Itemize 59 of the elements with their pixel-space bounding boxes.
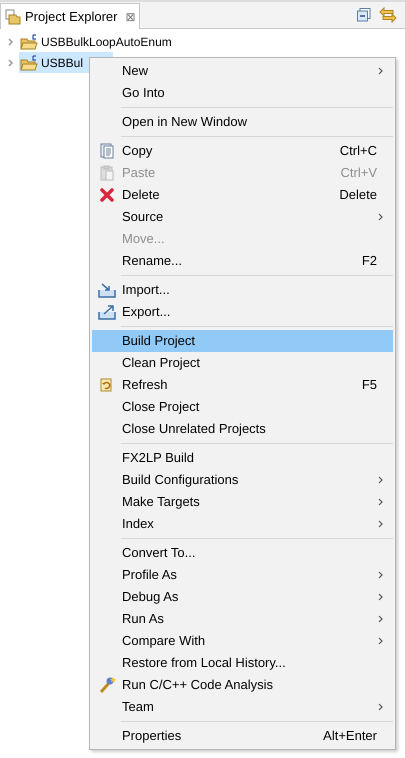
menu-item[interactable]: Close Unrelated Projects	[92, 418, 393, 440]
menu-item[interactable]: Import...	[92, 279, 393, 301]
close-button[interactable]: ⊠	[125, 8, 136, 26]
menu-item[interactable]: Build Configurations	[92, 469, 393, 491]
menu-item[interactable]: Source	[92, 206, 393, 228]
shortcut-label: Delete	[339, 186, 377, 204]
expand-chevron-icon[interactable]	[6, 58, 16, 68]
submenu-chevron-icon	[377, 213, 385, 221]
copy-icon	[99, 143, 115, 159]
menu-item[interactable]: Index	[92, 513, 393, 535]
menu-item[interactable]: Go Into	[92, 82, 393, 104]
menu-item[interactable]: Open in New Window	[92, 111, 393, 133]
view-title: Project Explorer	[25, 8, 118, 26]
menu-item[interactable]: Profile As	[92, 564, 393, 586]
clipboard-icon	[99, 165, 115, 181]
view-tab[interactable]: Project Explorer ⊠	[0, 3, 140, 29]
wand-icon	[98, 676, 116, 694]
menu-item[interactable]: Run C/C++ Code Analysis	[92, 674, 393, 696]
submenu-chevron-icon	[377, 703, 385, 711]
shortcut-label: Ctrl+V	[340, 164, 377, 182]
submenu-chevron-icon	[377, 615, 385, 623]
menu-item[interactable]: Make Targets	[92, 491, 393, 513]
menu-item[interactable]: Close Project	[92, 396, 393, 418]
submenu-chevron-icon	[377, 498, 385, 506]
menu-item[interactable]: Delete Delete	[92, 184, 393, 206]
collapse-all-icon[interactable]	[357, 8, 371, 22]
menu-item[interactable]: Properties Alt+Enter	[92, 725, 393, 747]
menu-item[interactable]: Debug As	[92, 586, 393, 608]
menu-item[interactable]: Clean Project	[92, 352, 393, 374]
shortcut-label: F2	[362, 252, 377, 270]
menu-item[interactable]: Refresh F5	[92, 374, 393, 396]
shortcut-label: Alt+Enter	[323, 727, 377, 746]
tree-item[interactable]: USBBulkLoopAutoEnum	[19, 31, 202, 52]
submenu-chevron-icon	[377, 593, 385, 601]
shortcut-label: F5	[362, 376, 377, 394]
menu-item[interactable]: Build Project	[92, 330, 393, 352]
menu-item[interactable]: Convert To...	[92, 542, 393, 564]
import-icon	[98, 282, 116, 298]
menu-item[interactable]: Export...	[92, 301, 393, 323]
project-folder-icon	[20, 34, 38, 50]
submenu-chevron-icon	[377, 476, 385, 484]
delete-icon	[99, 187, 115, 203]
export-icon	[98, 304, 116, 320]
expand-chevron-icon[interactable]	[6, 36, 16, 46]
submenu-chevron-icon	[377, 67, 385, 75]
submenu-chevron-icon	[377, 520, 385, 528]
menu-item[interactable]: Copy Ctrl+C	[92, 140, 393, 162]
explorer-icon	[5, 8, 21, 24]
shortcut-label: Ctrl+C	[340, 142, 377, 160]
menu-item[interactable]: Restore from Local History...	[92, 652, 393, 674]
menu-item[interactable]: Compare With	[92, 630, 393, 652]
link-arrows-icon[interactable]	[379, 7, 397, 23]
menu-item[interactable]: FX2LP Build	[92, 447, 393, 469]
submenu-chevron-icon	[377, 637, 385, 645]
menu-item[interactable]: Rename... F2	[92, 250, 393, 272]
menu-item[interactable]: Run As	[92, 608, 393, 630]
menu-item[interactable]: Team	[92, 696, 393, 718]
project-folder-icon	[20, 54, 38, 70]
submenu-chevron-icon	[377, 571, 385, 579]
